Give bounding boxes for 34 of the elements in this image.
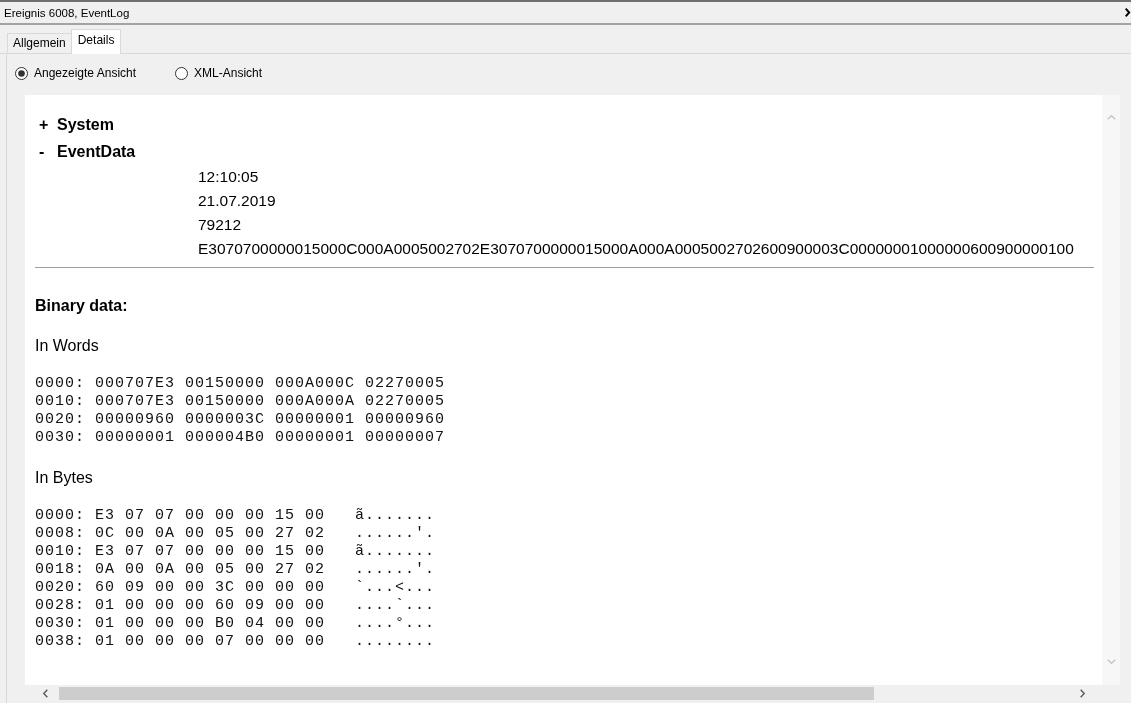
event-data-value: E3070700000015000C000A0005002702E3070700000015000A000A0005002702600900003C00000001000000600900000100 (198, 239, 1074, 259)
tree-node-label: EventData (57, 142, 136, 161)
event-data-value: 21.07.2019 (198, 191, 276, 211)
radio-button[interactable]: XML-Ansicht (175, 66, 263, 80)
hex-dump-line: 0010: E3 07 07 00 00 00 15 00 ã....... (35, 543, 436, 561)
tab[interactable]: Details (70, 29, 122, 54)
tree-node-label: System (57, 115, 114, 134)
radio-button[interactable]: Angezeigte Ansicht (15, 66, 137, 80)
hex-dump-line: 0000: E3 07 07 00 00 00 15 00 ã....... (35, 507, 436, 525)
hex-dump-line: 0020: 00000960 0000003C 00000001 00000960 (35, 411, 446, 429)
hex-dump-line: 0000: 000707E3 00150000 000A000C 02270005 (35, 375, 446, 393)
radio-icon[interactable] (175, 66, 189, 80)
hex-dump-line: 0008: 0C 00 0A 00 05 00 27 02 ......'. (35, 525, 436, 543)
hex-dump-line: 0018: 0A 00 0A 00 05 00 27 02 ......'. (35, 561, 436, 579)
hex-dump-line: 0038: 01 00 00 00 07 00 00 00 ........ (35, 633, 436, 651)
radio-icon[interactable] (15, 66, 28, 80)
chevron-left-icon[interactable] (43, 688, 48, 698)
subheading: In Words (35, 336, 99, 356)
event-data-value: 79212 (198, 215, 242, 235)
chevron-right-icon[interactable] (1080, 688, 1085, 698)
event-data-value: 12:10:05 (198, 167, 259, 187)
hex-dump-line: 0030: 00000001 000004B0 00000001 00000007 (35, 429, 446, 447)
subheading: In Bytes (35, 468, 93, 488)
chevron-right-icon[interactable] (1125, 8, 1130, 17)
hex-dump-line: 0010: 000707E3 00150000 000A000A 02270005 (35, 393, 446, 411)
expand-toggle[interactable]: - (39, 142, 45, 160)
section-heading: Binary data: (35, 296, 128, 316)
expand-toggle[interactable]: + (39, 115, 49, 133)
tab[interactable]: Allgemein (7, 33, 72, 53)
hex-dump-line: 0030: 01 00 00 00 B0 04 00 00 ....°... (35, 615, 436, 633)
hex-dump-line: 0028: 01 00 00 00 60 09 00 00 ....`... (35, 597, 436, 615)
hex-dump-line: 0020: 60 09 00 00 3C 00 00 00 `...<... (35, 579, 436, 597)
scrollbar-thumb[interactable] (59, 686, 874, 700)
window-title: Ereignis 6008, EventLog (4, 6, 130, 19)
